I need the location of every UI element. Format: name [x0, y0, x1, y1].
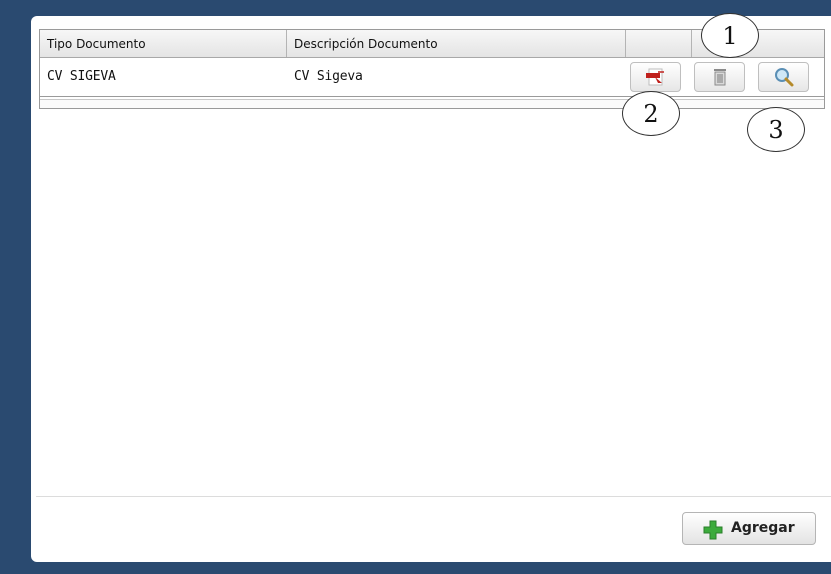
callout-1: 1 — [701, 13, 759, 58]
magnifier-icon — [774, 68, 793, 87]
plus-icon — [703, 520, 723, 540]
callout-2: 2 — [622, 91, 680, 136]
add-button[interactable]: Agregar — [682, 512, 816, 545]
cell-descripcion-documento: CV Sigeva — [294, 69, 363, 84]
documents-panel: Tipo Documento Descripción Documento CV … — [31, 16, 831, 562]
table-row[interactable]: CV SIGEVA CV Sigeva — [40, 58, 824, 97]
add-button-label: Agregar — [731, 520, 795, 536]
pdf-document-icon — [645, 68, 664, 86]
header-actions-1 — [626, 30, 692, 57]
grid-footer-bar — [40, 99, 824, 108]
footer-divider — [36, 496, 831, 497]
pdf-button[interactable] — [630, 62, 681, 92]
header-tipo-documento[interactable]: Tipo Documento — [40, 30, 287, 57]
delete-button[interactable] — [694, 62, 745, 92]
header-descripcion-documento[interactable]: Descripción Documento — [287, 30, 626, 57]
trash-icon — [713, 69, 726, 86]
callout-3: 3 — [747, 107, 805, 152]
cell-tipo-documento: CV SIGEVA — [47, 69, 116, 84]
view-button[interactable] — [758, 62, 809, 92]
